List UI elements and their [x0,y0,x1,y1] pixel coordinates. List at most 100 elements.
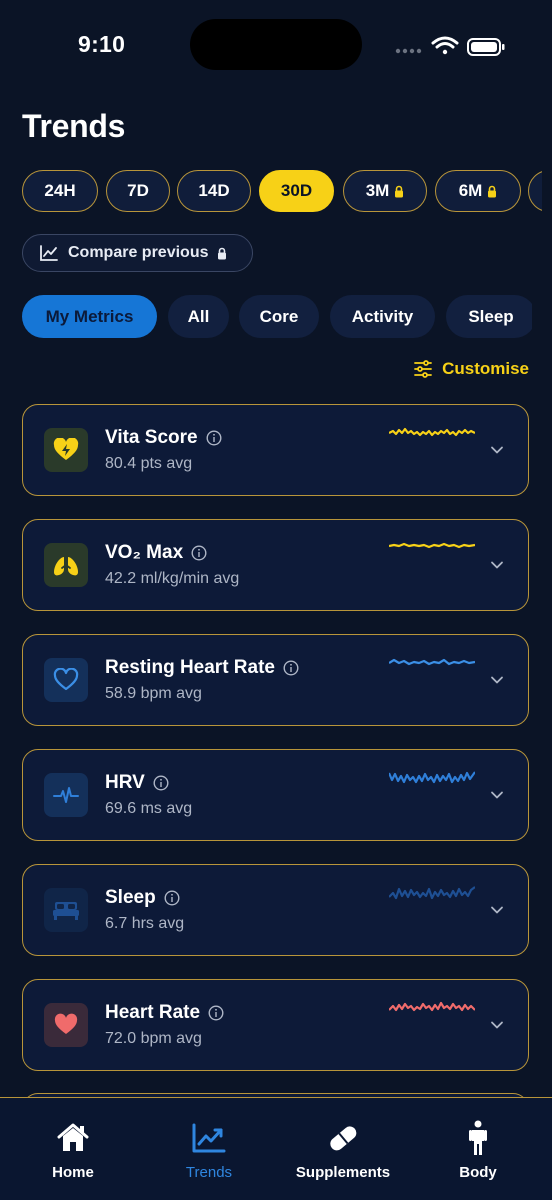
metric-average: 6.7 hrs avg [105,915,185,932]
sparkline-chart [389,1001,475,1012]
tab-trends[interactable]: Trends [149,1120,269,1190]
metric-icon-box [44,543,88,587]
metric-average: 58.9 bpm avg [105,685,202,702]
metric-title: VO₂ Max [105,542,184,563]
metric-name: HRV [105,772,169,794]
tab-icon-wrap [53,1120,93,1156]
compare-previous-button[interactable]: Compare previous [22,234,253,272]
filter-label: Core [259,306,299,326]
compare-label: Compare previous [68,244,209,261]
metric-card-resting-heart-rate[interactable]: Resting Heart Rate 58.9 bpm avg [22,634,529,726]
metric-title: Sleep [105,887,156,908]
metric-title: Heart Rate [105,1002,201,1023]
range-label: 3M [365,181,390,200]
tab-body[interactable]: Body [418,1120,538,1190]
bed-icon [53,902,79,920]
chevron-down-icon[interactable] [489,902,505,918]
body-icon [469,1120,487,1155]
metric-card-vo2-max[interactable]: VO₂ Max 42.2 ml/kg/min avg [22,519,529,611]
range-pill-30d[interactable]: 30D [259,170,334,212]
pulse-icon [53,787,79,803]
pill-icon [330,1126,357,1151]
status-time: 9:10 [78,31,126,57]
filter-label: All [187,306,210,326]
filter-label: Activity [351,306,414,326]
battery-icon [467,38,505,56]
sparkline-chart [389,886,475,900]
metric-icon-box [44,773,88,817]
category-filters: My Metrics All Core Activity Sleep [22,295,532,339]
chevron-down-icon[interactable] [489,557,505,573]
metric-icon-box [44,428,88,472]
metric-card-heart-rate[interactable]: Heart Rate 72.0 bpm avg [22,979,529,1071]
lock-icon [395,185,404,197]
status-bar: 9:10 [0,0,552,90]
heart-filled-icon [54,1013,78,1034]
heart-bolt-icon [53,438,79,460]
info-icon[interactable] [153,775,169,791]
range-label: 30D [280,181,313,200]
tab-label: Body [459,1164,497,1181]
tab-icon-wrap [189,1120,229,1156]
range-pill-14d[interactable]: 14D [177,170,251,212]
metric-average: 80.4 pts avg [105,455,193,472]
sparkline-chart [389,427,475,437]
range-pill-6m[interactable]: 6M [435,170,521,212]
customise-button[interactable]: Customise [413,359,529,379]
filter-core[interactable]: Core [239,295,319,338]
lock-icon [218,247,227,259]
wifi-icon [431,36,459,55]
metric-name: Sleep [105,887,180,909]
metric-card-vita-score[interactable]: Vita Score 80.4 pts avg [22,404,529,496]
info-icon[interactable] [283,660,299,676]
metric-card-sleep[interactable]: Sleep 6.7 hrs avg [22,864,529,956]
trends-icon [192,1123,226,1153]
tab-label: Trends [185,1164,233,1181]
info-icon[interactable] [206,430,222,446]
tab-label: Home [52,1164,94,1181]
metric-icon-box [44,658,88,702]
chevron-down-icon[interactable] [489,442,505,458]
metric-title: HRV [105,772,145,793]
sparkline-chart [389,771,475,784]
filter-label: My Metrics [45,306,134,326]
metric-name: VO₂ Max [105,542,207,564]
range-pill-7d[interactable]: 7D [106,170,170,212]
sliders-icon [414,360,432,378]
tab-icon-wrap [458,1120,498,1156]
chart-line-icon [40,245,58,261]
range-label: 7D [127,181,149,200]
filter-my-metrics[interactable]: My Metrics [22,295,157,338]
info-icon[interactable] [208,1005,224,1021]
lungs-icon [54,553,78,576]
chevron-down-icon[interactable] [489,672,505,688]
range-pill-24h[interactable]: 24H [22,170,98,212]
chevron-down-icon[interactable] [489,787,505,803]
range-label: 6M [458,181,483,200]
dynamic-island [190,19,362,70]
home-icon [57,1123,89,1151]
metric-average: 69.6 ms avg [105,800,193,817]
info-icon[interactable] [164,890,180,906]
range-label: 24H [44,181,76,200]
sparkline-chart [389,542,475,549]
filter-sleep[interactable]: Sleep [446,295,532,338]
metric-card-hrv[interactable]: HRV 69.6 ms avg [22,749,529,841]
metric-average: 42.2 ml/kg/min avg [105,570,240,587]
sparkline-chart [389,658,475,666]
bottom-tab-bar: Home Trends Supplements Body [0,1097,552,1200]
filter-label: Sleep [468,306,514,326]
customise-label: Customise [442,359,529,378]
info-icon[interactable] [191,545,207,561]
range-pill-overflow[interactable] [528,170,542,212]
range-label: 14D [198,181,230,200]
filter-all[interactable]: All [168,295,229,338]
tab-supplements[interactable]: Supplements [283,1120,403,1190]
chevron-down-icon[interactable] [489,1017,505,1033]
lock-icon [488,185,497,197]
signal-icon [395,48,422,54]
tab-home[interactable]: Home [13,1120,133,1190]
metric-title: Vita Score [105,427,198,448]
filter-activity[interactable]: Activity [330,295,435,338]
range-pill-3m[interactable]: 3M [343,170,427,212]
